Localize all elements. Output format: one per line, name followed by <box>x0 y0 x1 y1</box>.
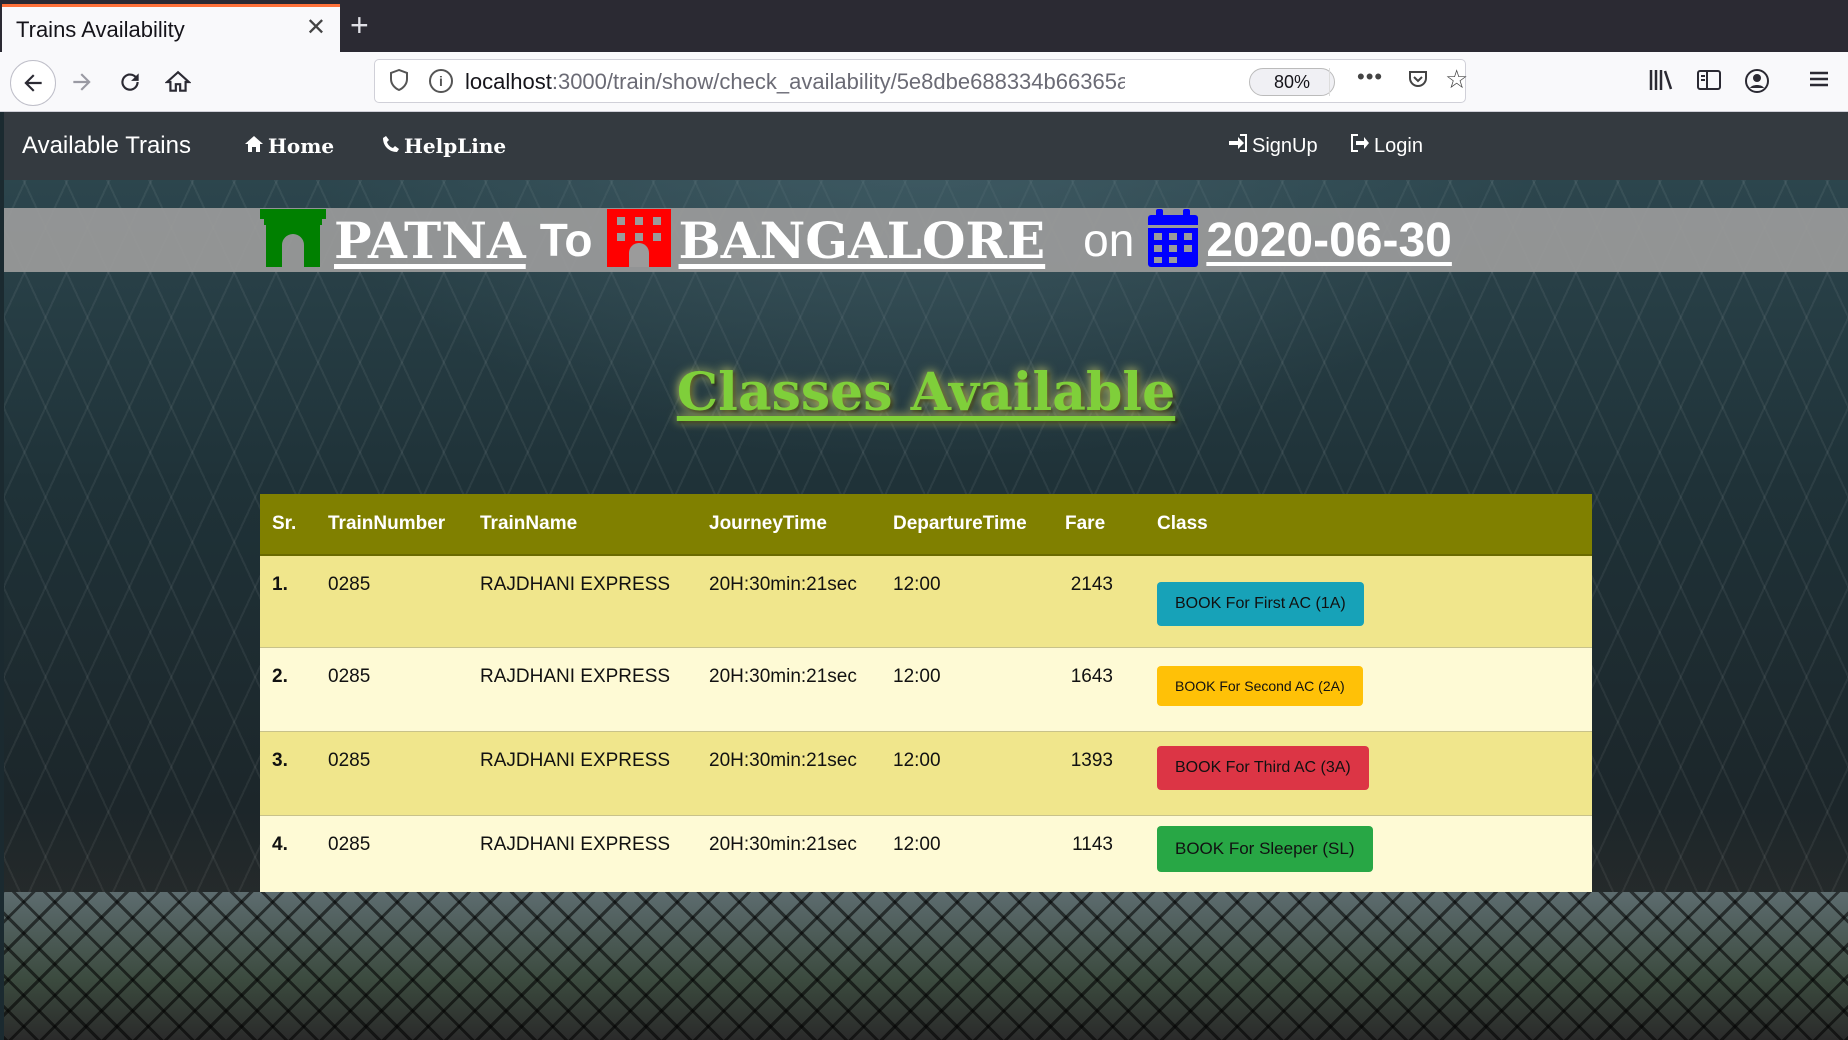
book-sleeper-button[interactable]: BOOK For Sleeper (SL) <box>1157 825 1373 872</box>
back-arrow-icon[interactable] <box>10 60 56 106</box>
col-sr: Sr. <box>260 494 316 556</box>
table-header-row: Sr. TrainNumber TrainName JourneyTime De… <box>260 494 1592 556</box>
destination-city[interactable]: BANGALORE <box>679 211 1046 270</box>
account-icon[interactable] <box>1744 68 1770 101</box>
row-departure-time: 12:00 <box>881 814 1053 897</box>
row-train-name: RAJDHANI EXPRESS <box>468 646 697 731</box>
nav-signup-link[interactable]: SignUp <box>1228 134 1318 158</box>
nav-home-link[interactable]: Home <box>244 134 334 158</box>
station-background-ground <box>4 892 1848 1040</box>
row-departure-time: 12:00 <box>881 646 1053 731</box>
row-journey-time: 20H:30min:21sec <box>697 554 881 647</box>
close-tab-icon[interactable]: ✕ <box>306 16 326 40</box>
shield-icon[interactable] <box>389 68 409 97</box>
col-train-number: TrainNumber <box>316 494 468 556</box>
classes-available-heading: Classes Available <box>676 362 1176 423</box>
row-journey-time: 20H:30min:21sec <box>697 730 881 815</box>
row-train-number: 0285 <box>316 730 468 815</box>
on-label: on <box>1083 214 1135 266</box>
row-class: BOOK For Second AC (2A) <box>1145 646 1592 731</box>
row-class: BOOK For Third AC (3A) <box>1145 730 1592 815</box>
row-fare: 1143 <box>1053 814 1145 897</box>
route-line: PATNA To BANGALORE on 2020-06-30 <box>260 208 1452 272</box>
availability-table: Sr. TrainNumber TrainName JourneyTime De… <box>260 494 1592 897</box>
table-row: 2. 0285 RAJDHANI EXPRESS 20H:30min:21sec… <box>260 646 1592 731</box>
row-train-number: 0285 <box>316 554 468 647</box>
building-icon <box>606 208 671 272</box>
book-first-ac-button[interactable]: BOOK For First AC (1A) <box>1157 582 1364 626</box>
table-row: 3. 0285 RAJDHANI EXPRESS 20H:30min:21sec… <box>260 730 1592 815</box>
nav-signup-label: SignUp <box>1252 134 1318 157</box>
row-sr: 3. <box>260 730 316 815</box>
nav-helpline-label: HelpLine <box>404 134 507 158</box>
row-train-name: RAJDHANI EXPRESS <box>468 730 697 815</box>
pocket-icon[interactable] <box>1407 68 1429 96</box>
home-icon[interactable] <box>156 60 200 104</box>
row-fare: 2143 <box>1053 554 1145 647</box>
col-departure-time: DepartureTime <box>881 494 1053 556</box>
row-journey-time: 20H:30min:21sec <box>697 646 881 731</box>
row-class: BOOK For First AC (1A) <box>1145 554 1592 647</box>
sidebar-icon[interactable] <box>1696 68 1722 99</box>
sign-in-icon <box>1228 134 1248 158</box>
col-class: Class <box>1145 494 1592 556</box>
url-host: localhost <box>465 69 552 94</box>
row-sr: 1. <box>260 554 316 647</box>
row-train-name: RAJDHANI EXPRESS <box>468 814 697 897</box>
nav-home-label: Home <box>268 134 335 158</box>
row-departure-time: 12:00 <box>881 554 1053 647</box>
menu-icon[interactable] <box>1808 68 1830 97</box>
home-icon <box>244 134 264 158</box>
library-icon[interactable] <box>1648 68 1674 99</box>
row-departure-time: 12:00 <box>881 730 1053 815</box>
calendar-icon <box>1148 208 1199 272</box>
row-journey-time: 20H:30min:21sec <box>697 814 881 897</box>
forward-arrow-icon[interactable] <box>60 60 104 104</box>
brand-link[interactable]: Available Trains <box>22 132 191 160</box>
info-icon[interactable]: i <box>429 69 453 93</box>
row-class: BOOK For Sleeper (SL) <box>1145 814 1592 897</box>
row-sr: 4. <box>260 814 316 897</box>
reload-icon[interactable] <box>108 60 152 104</box>
phone-icon <box>382 134 400 158</box>
browser-tab[interactable]: Trains Availability ✕ <box>2 4 340 52</box>
row-fare: 1643 <box>1053 646 1145 731</box>
url-divider <box>1329 68 1330 96</box>
browser-tab-strip: Trains Availability ✕ + <box>0 0 1848 52</box>
tab-title: Trains Availability <box>16 17 185 42</box>
sign-out-icon <box>1350 134 1370 158</box>
new-tab-icon[interactable]: + <box>350 8 369 42</box>
nav-login-label: Login <box>1374 134 1423 157</box>
more-actions-icon[interactable]: ••• <box>1357 64 1383 90</box>
url-path: :3000/train/show/check_availability/5e8d… <box>551 69 1125 94</box>
row-fare: 1393 <box>1053 730 1145 815</box>
row-train-number: 0285 <box>316 814 468 897</box>
site-navbar: Available Trains Home HelpLine SignUp Lo… <box>4 112 1848 180</box>
nav-helpline-link[interactable]: HelpLine <box>382 134 506 158</box>
row-train-number: 0285 <box>316 646 468 731</box>
table-row: 1. 0285 RAJDHANI EXPRESS 20H:30min:21sec… <box>260 554 1592 647</box>
url-text[interactable]: localhost:3000/train/show/check_availabi… <box>465 69 1125 95</box>
browser-toolbar: i localhost:3000/train/show/check_availa… <box>0 52 1848 112</box>
table-row: 4. 0285 RAJDHANI EXPRESS 20H:30min:21sec… <box>260 814 1592 897</box>
row-train-name: RAJDHANI EXPRESS <box>468 554 697 647</box>
row-sr: 2. <box>260 646 316 731</box>
journey-date[interactable]: 2020-06-30 <box>1206 213 1452 268</box>
route-banner: PATNA To BANGALORE on 2020-06-30 <box>4 208 1848 272</box>
col-train-name: TrainName <box>468 494 697 556</box>
col-fare: Fare <box>1053 494 1145 556</box>
col-journey-time: JourneyTime <box>697 494 881 556</box>
address-bar[interactable]: i localhost:3000/train/show/check_availa… <box>374 59 1468 103</box>
archway-icon <box>260 208 326 272</box>
bookmark-star-icon[interactable]: ☆ <box>1445 64 1468 95</box>
to-label: To <box>539 214 593 266</box>
book-third-ac-button[interactable]: BOOK For Third AC (3A) <box>1157 745 1369 790</box>
zoom-level-badge[interactable]: 80% <box>1249 68 1335 96</box>
page-content: Available Trains Home HelpLine SignUp Lo… <box>4 112 1848 1040</box>
book-second-ac-button[interactable]: BOOK For Second AC (2A) <box>1157 665 1363 706</box>
nav-login-link[interactable]: Login <box>1350 134 1423 158</box>
origin-city[interactable]: PATNA <box>334 211 526 270</box>
